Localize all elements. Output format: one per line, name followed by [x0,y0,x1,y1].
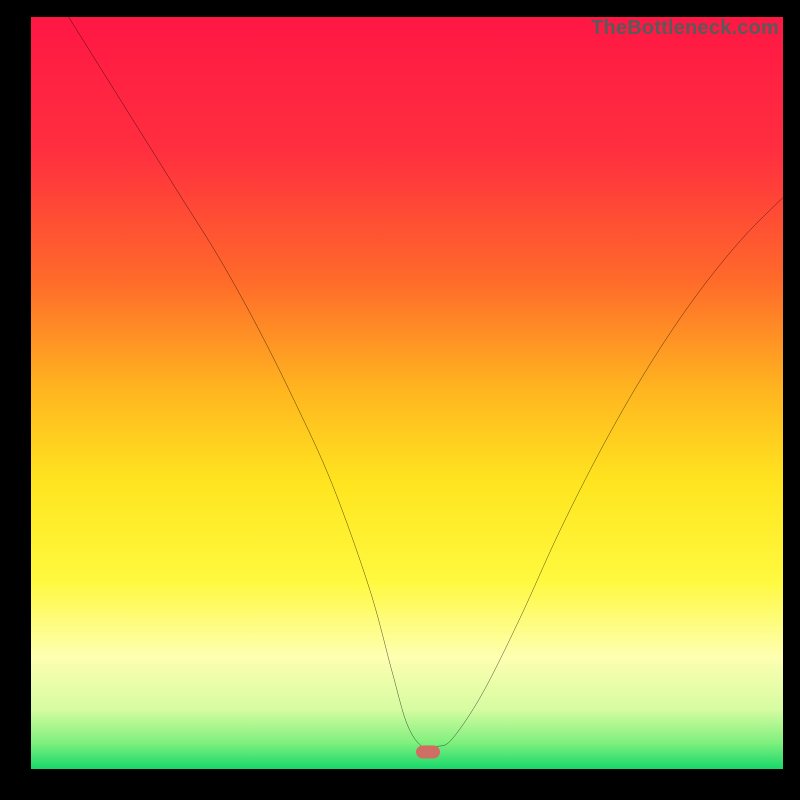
watermark: TheBottleneck.com [591,17,779,40]
bottleneck-curve [31,17,783,769]
optimal-point-marker [416,745,440,758]
chart-frame: TheBottleneck.com [17,17,783,783]
plot-area: TheBottleneck.com [31,17,783,769]
